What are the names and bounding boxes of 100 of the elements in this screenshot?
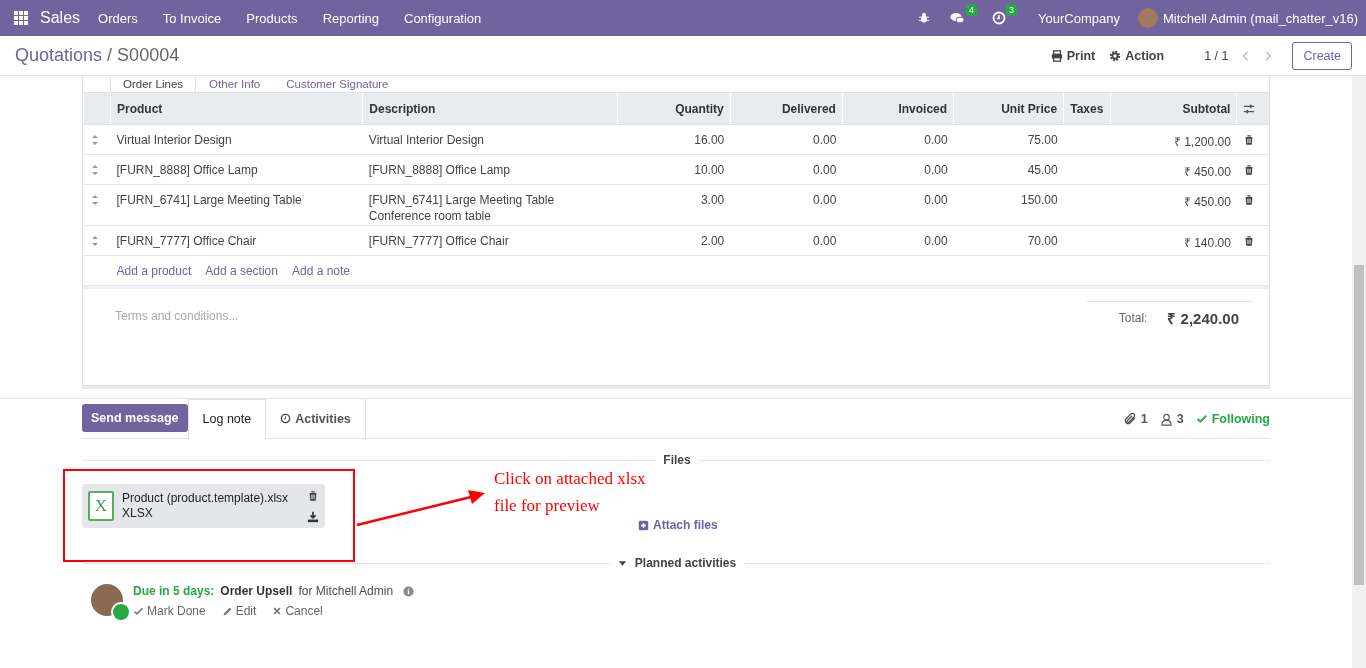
column-header[interactable]: Subtotal xyxy=(1110,93,1237,125)
pencil-icon xyxy=(221,605,233,617)
table-cell: ₹ 450.00 xyxy=(1183,165,1231,179)
notebook-tab[interactable]: Customer Signature xyxy=(273,76,402,92)
menu-item[interactable]: Configuration xyxy=(404,10,482,26)
user-avatar[interactable] xyxy=(1137,8,1158,28)
message-count-badge: 4 xyxy=(966,4,977,16)
printer-icon xyxy=(1050,49,1063,62)
download-icon xyxy=(307,511,319,523)
annotation-text: Click on attached xlsx file for preview xyxy=(494,468,647,517)
column-settings-icon xyxy=(1243,102,1256,115)
plus-square-icon xyxy=(638,519,649,531)
description-line: [FURN_7777] Office Chair xyxy=(368,233,510,250)
paperclip-icon xyxy=(1122,412,1137,426)
table-cell: 0.00 xyxy=(813,163,837,177)
breadcrumb-link[interactable]: Quotations xyxy=(15,45,103,65)
clock-icon xyxy=(992,11,1006,25)
attach-files-button[interactable]: Attach files xyxy=(638,518,718,532)
notebook-tab[interactable]: Order Lines xyxy=(110,76,197,92)
table-cell: 10.00 xyxy=(694,163,725,177)
menu-item[interactable]: Reporting xyxy=(322,10,379,26)
total-label: Total: xyxy=(1118,311,1148,325)
menu-item[interactable]: Orders xyxy=(98,10,138,26)
create-button[interactable]: Create xyxy=(1292,41,1352,70)
column-header[interactable]: Invoiced xyxy=(842,93,954,125)
planned-activities-heading[interactable]: Planned activities xyxy=(634,556,737,570)
breadcrumb-current: S00004 xyxy=(117,45,180,65)
chatter-button[interactable]: Send message xyxy=(82,404,188,432)
column-header[interactable]: Taxes xyxy=(1063,93,1111,125)
activity-action[interactable]: Cancel xyxy=(272,604,323,618)
table-cell: 0.00 xyxy=(924,193,948,207)
check-icon xyxy=(1195,413,1208,425)
bug-icon xyxy=(918,12,930,24)
description-line: Conference room table xyxy=(368,208,492,225)
caret-down-icon xyxy=(617,558,627,568)
attachment-type: XLSX xyxy=(122,506,154,521)
table-cell: 75.00 xyxy=(1027,133,1058,147)
table-cell: ₹ 450.00 xyxy=(1183,195,1231,209)
table-cell: 0.00 xyxy=(924,133,948,147)
close-icon xyxy=(272,606,283,616)
table-cell: 45.00 xyxy=(1027,163,1058,177)
table-cell: 0.00 xyxy=(813,193,837,207)
company-switcher[interactable]: YourCompany xyxy=(1038,10,1120,26)
clock-icon xyxy=(280,413,292,424)
table-cell: Virtual Interior Design xyxy=(116,133,232,147)
table-cell: ₹ 140.00 xyxy=(1183,236,1231,250)
column-header[interactable]: Product xyxy=(110,93,363,125)
column-header[interactable]: Quantity xyxy=(617,93,731,125)
attachment-name: Product (product.template).xlsx xyxy=(122,491,290,506)
description-line: [FURN_8888] Office Lamp xyxy=(368,162,512,179)
user-menu[interactable]: Mitchell Admin (mail_chatter_v16) xyxy=(1162,10,1358,26)
scrollbar[interactable] xyxy=(1352,76,1366,668)
action-menu[interactable]: Action xyxy=(1109,48,1165,63)
activity-summary: Order Upsell xyxy=(220,584,293,598)
print-menu[interactable]: Print xyxy=(1050,48,1096,63)
column-header[interactable]: Description xyxy=(362,93,618,125)
menu-item[interactable]: Products xyxy=(246,10,298,26)
table-cell: 0.00 xyxy=(924,234,948,248)
info-icon xyxy=(403,585,415,597)
chat-icon xyxy=(950,11,966,25)
add-line-link[interactable]: Add a section xyxy=(205,264,278,278)
attachment-counter[interactable]: 1 xyxy=(1122,412,1148,426)
table-cell: 0.00 xyxy=(813,133,837,147)
table-cell: 0.00 xyxy=(924,163,948,177)
due-label: Due in 5 days: xyxy=(133,584,215,598)
activity-action[interactable]: Edit xyxy=(221,604,257,618)
table-cell: 150.00 xyxy=(1021,193,1058,207)
activity-count-badge: 3 xyxy=(1006,4,1017,16)
following-button[interactable]: Following xyxy=(1195,412,1270,426)
notebook-tab[interactable]: Other Info xyxy=(196,76,274,92)
files-heading: Files xyxy=(663,453,691,467)
table-cell: 70.00 xyxy=(1027,234,1058,248)
table-cell: [FURN_8888] Office Lamp xyxy=(116,163,258,177)
menu-item[interactable]: To Invoice xyxy=(162,10,222,26)
table-cell: 3.00 xyxy=(700,193,725,207)
attachment-card[interactable]: X Product (product.template).xlsx XLSX xyxy=(82,484,325,528)
followers-counter[interactable]: 3 xyxy=(1159,412,1184,426)
activity-action[interactable]: Mark Done xyxy=(133,604,206,618)
activity-assignee: for Mitchell Admin xyxy=(298,584,394,598)
spreadsheet-file-icon: X xyxy=(88,491,114,521)
gear-icon xyxy=(1109,49,1122,62)
pager-value[interactable]: 1 / 1 xyxy=(1204,48,1229,63)
table-cell: 0.00 xyxy=(813,234,837,248)
chatter-button[interactable]: Log note xyxy=(187,399,267,439)
add-line-link[interactable]: Add a note xyxy=(291,264,351,278)
column-header[interactable]: Delivered xyxy=(730,93,843,125)
table-cell: [FURN_6741] Large Meeting Table xyxy=(116,193,302,207)
table-cell: ₹ 1,200.00 xyxy=(1173,135,1231,149)
description-line: Virtual Interior Design xyxy=(368,132,485,149)
breadcrumb-separator: / xyxy=(107,45,113,65)
table-cell: [FURN_7777] Office Chair xyxy=(116,234,257,248)
app-name[interactable]: Sales xyxy=(40,9,81,27)
column-header[interactable]: Unit Price xyxy=(953,93,1064,125)
delete-attachment-icon xyxy=(307,489,319,503)
table-cell: 2.00 xyxy=(700,234,725,248)
table-cell: 16.00 xyxy=(694,133,725,147)
add-line-link[interactable]: Add a product xyxy=(116,264,192,278)
check-icon xyxy=(133,605,144,617)
total-amount: ₹ 2,240.00 xyxy=(1167,309,1239,328)
user-icon xyxy=(1159,412,1173,426)
